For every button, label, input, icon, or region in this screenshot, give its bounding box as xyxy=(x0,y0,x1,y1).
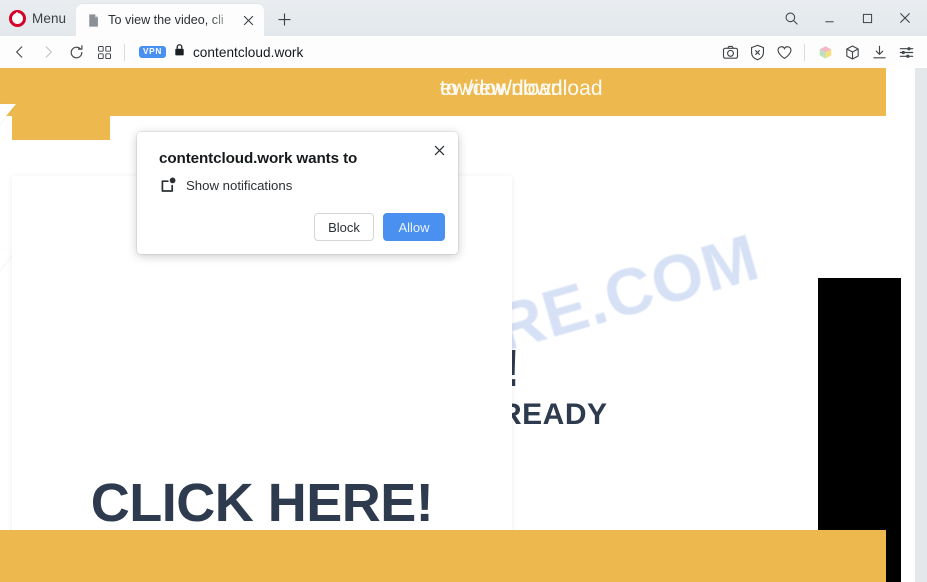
notification-permission-dialog: contentcloud.work wants to Show notifica… xyxy=(137,132,458,254)
search-icon[interactable] xyxy=(773,3,809,33)
opera-menu-button[interactable]: Menu xyxy=(0,0,76,36)
menu-label: Menu xyxy=(32,10,67,26)
block-button[interactable]: Block xyxy=(314,213,374,241)
bottom-promo-banner xyxy=(0,530,886,582)
toolbar-divider-2 xyxy=(804,43,805,61)
cube-extensions-icon[interactable] xyxy=(839,39,865,65)
permission-request-row: Show notifications xyxy=(159,176,292,194)
tab-title: To view the video, cli xyxy=(108,13,224,27)
speed-dial-grid-icon[interactable] xyxy=(90,39,118,65)
vpn-badge[interactable]: VPN xyxy=(139,45,166,59)
easy-setup-sliders-icon[interactable] xyxy=(893,39,919,65)
url-text: contentcloud.work xyxy=(192,44,304,60)
ad-blocker-shield-icon[interactable] xyxy=(744,39,770,65)
browser-toolbar-icons xyxy=(717,39,919,65)
tab-close-icon[interactable] xyxy=(238,10,258,30)
left-orange-tab-upper xyxy=(12,108,110,140)
reload-icon[interactable] xyxy=(62,39,90,65)
navigation-bar: VPN contentcloud.work xyxy=(0,36,927,68)
maximize-icon[interactable] xyxy=(849,3,885,33)
window-controls xyxy=(773,0,923,36)
page-document-icon xyxy=(86,13,101,28)
toolbar-divider xyxy=(124,43,125,61)
new-tab-button[interactable] xyxy=(270,5,298,33)
opera-browser-window: Menu To view the video, cli VPN contentc… xyxy=(0,0,927,582)
browser-tab[interactable]: To view the video, cli xyxy=(76,4,265,36)
tab-strip: Menu To view the video, cli xyxy=(0,0,927,36)
notification-bell-icon xyxy=(159,176,177,194)
page-viewport: to view/download MYANTISPYWARE.COM ! REA… xyxy=(0,68,927,582)
permission-dialog-title: contentcloud.work wants to xyxy=(159,150,358,167)
page-scrollbar[interactable] xyxy=(915,68,927,582)
snapshot-camera-icon[interactable] xyxy=(717,39,743,65)
back-arrow-icon[interactable] xyxy=(6,39,34,65)
cta-title: CLICK HERE! xyxy=(90,473,434,533)
forward-arrow-icon xyxy=(34,39,62,65)
padlock-icon[interactable] xyxy=(173,43,186,62)
opera-workspaces-icon[interactable] xyxy=(812,39,838,65)
minimize-icon[interactable] xyxy=(811,3,847,33)
download-icon[interactable] xyxy=(866,39,892,65)
permission-label: Show notifications xyxy=(186,177,293,193)
window-close-icon[interactable] xyxy=(887,3,923,33)
underlay-ready-text: READY xyxy=(500,398,608,431)
address-bar[interactable]: VPN contentcloud.work xyxy=(131,39,717,65)
allow-button[interactable]: Allow xyxy=(383,213,445,241)
dialog-close-icon[interactable] xyxy=(427,138,451,162)
permission-dialog-actions: Block Allow xyxy=(314,213,445,241)
opera-logo xyxy=(9,9,26,27)
bottom-banner-text: ew/download xyxy=(440,77,563,100)
heart-favorite-icon[interactable] xyxy=(771,39,797,65)
left-notch-upper xyxy=(0,104,16,148)
